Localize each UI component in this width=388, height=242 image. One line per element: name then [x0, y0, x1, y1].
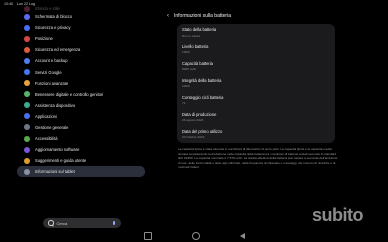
sidebar-item-label: Accessibilità	[35, 136, 58, 142]
battery-info-row[interactable]: Data del primo utilizzo 20 Ottobre 2023	[177, 125, 335, 142]
sidebar-item[interactable]: Gestione generale	[17, 122, 145, 133]
sidebar-item[interactable]: Accessibilità	[17, 133, 145, 144]
sidebar-item[interactable]: Servizi Google	[17, 66, 145, 77]
microphone-icon[interactable]	[112, 221, 115, 225]
location-icon	[24, 35, 30, 42]
navigation-bar	[0, 229, 388, 242]
sidebar-item[interactable]: Informazioni sul tablet	[17, 166, 145, 178]
battery-info-label: Data del primo utilizzo	[182, 128, 223, 134]
page-title: Informazioni sulla batteria	[174, 13, 231, 19]
sidebar-item-label: Servizi Google	[35, 69, 62, 75]
watermark-text-a: sub	[312, 205, 343, 225]
battery-info-row[interactable]: Capacità batteria 8000 mAh	[177, 58, 335, 75]
sidebar-item[interactable]: Sicurezza e privacy	[17, 22, 145, 33]
settings-sidebar: Sfondo e stile Schermata di blocco Sicurez…	[17, 5, 145, 178]
sidebar-item-label: Benessere digitale e controllo genitori	[35, 91, 104, 97]
wellbeing-icon	[24, 91, 30, 98]
home-button[interactable]	[191, 231, 200, 240]
battery-info-label: Capacità batteria	[182, 61, 213, 67]
sidebar-item-label: Sicurezza ed emergenza	[35, 47, 81, 53]
battery-info-card: Stato della batteria Non in carica Livello…	[177, 24, 335, 143]
battery-capacity-note: La capacità tipica è stata ottenuta in c…	[178, 147, 338, 170]
info-icon	[24, 168, 30, 175]
back-button[interactable]	[239, 232, 245, 239]
battery-info-label: Data di produzione	[182, 111, 217, 117]
sidebar-item-label: Funzioni avanzate	[35, 80, 69, 86]
battery-info-value: Non in carica	[182, 33, 201, 38]
back-arrow-icon[interactable]: ‹	[167, 13, 169, 19]
battery-info-label: Integrità della batteria	[182, 77, 222, 83]
sidebar-item[interactable]: Applicazioni	[17, 111, 145, 122]
sidebar-item[interactable]: Sicurezza ed emergenza	[17, 44, 145, 55]
sidebar-item-label: Schermata di blocco	[35, 14, 73, 20]
battery-info-value: 100%	[182, 84, 190, 89]
battery-info-row[interactable]: Stato della batteria Non in carica	[177, 24, 335, 41]
status-time: 10:40	[4, 2, 13, 6]
cloud-icon	[24, 57, 30, 64]
battery-info-label: Conteggio cicli batteria	[182, 94, 224, 100]
sidebar-item-label: Aggiornamento software	[35, 147, 80, 153]
sidebar-item-label: Assistenza dispositivo	[35, 102, 76, 108]
search-icon	[48, 220, 54, 226]
sidebar-item[interactable]: Funzioni avanzate	[17, 78, 145, 89]
device-care-icon	[24, 102, 30, 109]
sidebar-item[interactable]: Assistenza dispositivo	[17, 100, 145, 111]
sliders-icon	[24, 124, 30, 131]
sidebar-item[interactable]: Benessere digitale e controllo genitori	[17, 89, 145, 100]
battery-info-value: 72	[182, 101, 186, 106]
sidebar-item[interactable]: Suggerimenti e guida utente	[17, 155, 145, 166]
emergency-icon	[24, 46, 30, 53]
lock-screen-icon	[24, 13, 30, 20]
battery-info-row[interactable]: Conteggio cicli batteria 72	[177, 92, 335, 109]
help-icon	[24, 157, 30, 164]
sidebar-item[interactable]: Schermata di blocco	[17, 11, 145, 22]
sidebar-item[interactable]: Aggiornamento software	[17, 144, 145, 155]
sidebar-item-label: Informazioni sul tablet	[35, 169, 75, 175]
battery-info-label: Livello batteria	[182, 44, 209, 50]
shield-icon	[24, 24, 30, 31]
battery-info-value: 100%	[182, 50, 190, 55]
search-placeholder: Cerca	[56, 220, 68, 226]
sidebar-item[interactable]: Account e backup	[17, 55, 145, 66]
watermark-text-b: ito	[342, 205, 364, 225]
battery-info-row[interactable]: Integrità della batteria 100%	[177, 75, 335, 92]
star-icon	[24, 80, 30, 87]
sidebar-item-label: Suggerimenti e guida utente	[35, 158, 87, 164]
accessibility-icon	[24, 135, 30, 142]
battery-info-value: 26 agosto 2023	[182, 118, 204, 123]
sidebar-item-label: Posizione	[35, 36, 53, 42]
subito-watermark: subito	[312, 205, 364, 226]
search-bar[interactable]: Cerca	[43, 218, 121, 228]
sidebar-item-label: Gestione generale	[35, 124, 69, 130]
sidebar-item-label: Sicurezza e privacy	[35, 25, 71, 31]
sidebar-item[interactable]: Posizione	[17, 33, 145, 44]
battery-info-label: Stato della batteria	[182, 27, 217, 33]
recents-button[interactable]	[143, 231, 152, 240]
battery-info-value: 20 Ottobre 2023	[182, 134, 205, 139]
battery-info-value: 8000 mAh	[182, 67, 197, 72]
update-icon	[24, 146, 30, 153]
page-header: ‹ Informazioni sulla batteria	[167, 13, 231, 19]
sidebar-item-label: Applicazioni	[35, 113, 57, 119]
battery-info-row[interactable]: Data di produzione 26 agosto 2023	[177, 108, 335, 125]
battery-info-row[interactable]: Livello batteria 100%	[177, 41, 335, 58]
google-icon	[24, 69, 30, 76]
apps-icon	[24, 113, 30, 120]
sidebar-item-label: Account e backup	[35, 58, 68, 64]
